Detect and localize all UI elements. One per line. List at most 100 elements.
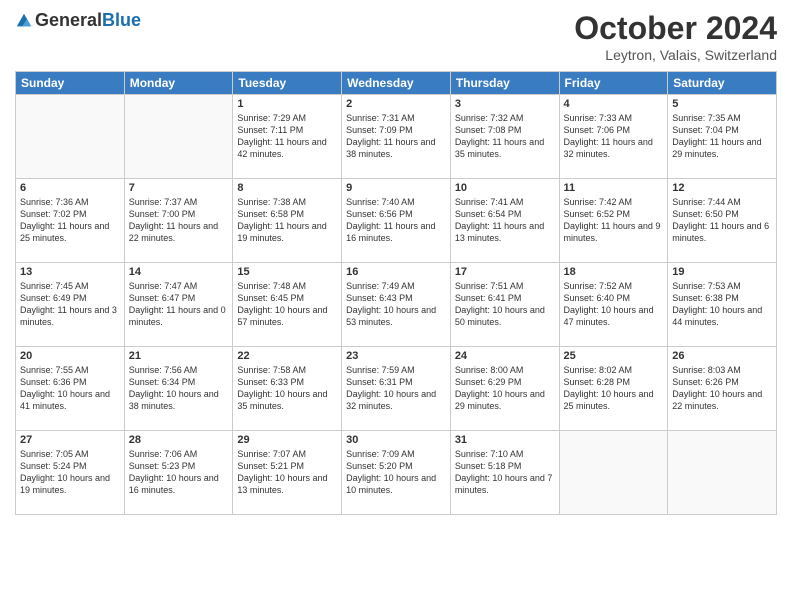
day-info: Sunrise: 7:33 AM Sunset: 7:06 PM Dayligh… xyxy=(564,112,664,161)
day-info: Sunrise: 7:51 AM Sunset: 6:41 PM Dayligh… xyxy=(455,280,555,329)
col-header-saturday: Saturday xyxy=(668,72,777,95)
calendar-table: SundayMondayTuesdayWednesdayThursdayFrid… xyxy=(15,71,777,515)
col-header-wednesday: Wednesday xyxy=(342,72,451,95)
calendar-cell: 15 Sunrise: 7:48 AM Sunset: 6:45 PM Dayli… xyxy=(233,263,342,347)
calendar-cell: 30Sunrise: 7:09 AM Sunset: 5:20 PM Dayli… xyxy=(342,431,451,515)
day-info: Sunrise: 8:03 AM Sunset: 6:26 PM Dayligh… xyxy=(672,364,772,413)
location: Leytron, Valais, Switzerland xyxy=(574,47,777,63)
day-number: 2 xyxy=(346,98,446,110)
day-info: Sunrise: 7:06 AM Sunset: 5:23 PM Dayligh… xyxy=(129,448,229,497)
title-area: October 2024 Leytron, Valais, Switzerlan… xyxy=(574,10,777,63)
calendar-cell: 4Sunrise: 7:33 AM Sunset: 7:06 PM Daylig… xyxy=(559,95,668,179)
calendar-header-row: SundayMondayTuesdayWednesdayThursdayFrid… xyxy=(16,72,777,95)
calendar-cell: 19 Sunrise: 7:53 AM Sunset: 6:38 PM Dayli… xyxy=(668,263,777,347)
day-number: 1 xyxy=(237,98,337,110)
day-info: Sunrise: 8:00 AM Sunset: 6:29 PM Dayligh… xyxy=(455,364,555,413)
day-info: Sunrise: 7:40 AM Sunset: 6:56 PM Dayligh… xyxy=(346,196,446,245)
calendar-week-4: 20 Sunrise: 7:55 AM Sunset: 6:36 PM Dayli… xyxy=(16,347,777,431)
logo: GeneralBlue xyxy=(15,10,141,31)
calendar-cell: 14 Sunrise: 7:47 AM Sunset: 6:47 PM Dayli… xyxy=(124,263,233,347)
day-number: 10 xyxy=(455,182,555,194)
calendar-cell: 6Sunrise: 7:36 AM Sunset: 7:02 PM Daylig… xyxy=(16,179,125,263)
day-info: Sunrise: 7:58 AM Sunset: 6:33 PM Dayligh… xyxy=(237,364,337,413)
day-info: Sunrise: 7:59 AM Sunset: 6:31 PM Dayligh… xyxy=(346,364,446,413)
calendar-cell: 31Sunrise: 7:10 AM Sunset: 5:18 PM Dayli… xyxy=(450,431,559,515)
day-info: Sunrise: 8:02 AM Sunset: 6:28 PM Dayligh… xyxy=(564,364,664,413)
day-info: Sunrise: 7:36 AM Sunset: 7:02 PM Dayligh… xyxy=(20,196,120,245)
day-number: 15 xyxy=(237,266,337,278)
calendar-week-2: 6Sunrise: 7:36 AM Sunset: 7:02 PM Daylig… xyxy=(16,179,777,263)
calendar-cell: 24Sunrise: 8:00 AM Sunset: 6:29 PM Dayli… xyxy=(450,347,559,431)
day-info: Sunrise: 7:48 AM Sunset: 6:45 PM Dayligh… xyxy=(237,280,337,329)
day-number: 17 xyxy=(455,266,555,278)
day-number: 18 xyxy=(564,266,664,278)
calendar-cell: 26 Sunrise: 8:03 AM Sunset: 6:26 PM Dayli… xyxy=(668,347,777,431)
day-number: 23 xyxy=(346,350,446,362)
day-info: Sunrise: 7:31 AM Sunset: 7:09 PM Dayligh… xyxy=(346,112,446,161)
day-info: Sunrise: 7:53 AM Sunset: 6:38 PM Dayligh… xyxy=(672,280,772,329)
day-number: 14 xyxy=(129,266,229,278)
day-number: 7 xyxy=(129,182,229,194)
day-info: Sunrise: 7:32 AM Sunset: 7:08 PM Dayligh… xyxy=(455,112,555,161)
day-number: 29 xyxy=(237,434,337,446)
month-title: October 2024 xyxy=(574,10,777,47)
day-info: Sunrise: 7:05 AM Sunset: 5:24 PM Dayligh… xyxy=(20,448,120,497)
calendar-cell: 29 Sunrise: 7:07 AM Sunset: 5:21 PM Dayli… xyxy=(233,431,342,515)
calendar-cell xyxy=(668,431,777,515)
day-number: 16 xyxy=(346,266,446,278)
calendar-cell: 12 Sunrise: 7:44 AM Sunset: 6:50 PM Dayli… xyxy=(668,179,777,263)
col-header-friday: Friday xyxy=(559,72,668,95)
calendar-cell xyxy=(559,431,668,515)
day-info: Sunrise: 7:45 AM Sunset: 6:49 PM Dayligh… xyxy=(20,280,120,329)
calendar-week-1: 1 Sunrise: 7:29 AM Sunset: 7:11 PM Daylig… xyxy=(16,95,777,179)
day-number: 21 xyxy=(129,350,229,362)
calendar-cell: 20 Sunrise: 7:55 AM Sunset: 6:36 PM Dayli… xyxy=(16,347,125,431)
calendar-cell: 1 Sunrise: 7:29 AM Sunset: 7:11 PM Daylig… xyxy=(233,95,342,179)
header: GeneralBlue October 2024 Leytron, Valais… xyxy=(15,10,777,63)
calendar-cell: 28 Sunrise: 7:06 AM Sunset: 5:23 PM Dayli… xyxy=(124,431,233,515)
day-info: Sunrise: 7:10 AM Sunset: 5:18 PM Dayligh… xyxy=(455,448,555,497)
day-number: 25 xyxy=(564,350,664,362)
calendar-cell: 13Sunrise: 7:45 AM Sunset: 6:49 PM Dayli… xyxy=(16,263,125,347)
day-info: Sunrise: 7:35 AM Sunset: 7:04 PM Dayligh… xyxy=(672,112,772,161)
day-info: Sunrise: 7:49 AM Sunset: 6:43 PM Dayligh… xyxy=(346,280,446,329)
calendar-cell xyxy=(16,95,125,179)
calendar-cell xyxy=(124,95,233,179)
day-number: 12 xyxy=(672,182,772,194)
calendar-cell: 11Sunrise: 7:42 AM Sunset: 6:52 PM Dayli… xyxy=(559,179,668,263)
day-info: Sunrise: 7:44 AM Sunset: 6:50 PM Dayligh… xyxy=(672,196,772,245)
day-number: 19 xyxy=(672,266,772,278)
calendar-cell: 22Sunrise: 7:58 AM Sunset: 6:33 PM Dayli… xyxy=(233,347,342,431)
day-info: Sunrise: 7:37 AM Sunset: 7:00 PM Dayligh… xyxy=(129,196,229,245)
day-info: Sunrise: 7:52 AM Sunset: 6:40 PM Dayligh… xyxy=(564,280,664,329)
calendar-cell: 23 Sunrise: 7:59 AM Sunset: 6:31 PM Dayli… xyxy=(342,347,451,431)
day-info: Sunrise: 7:56 AM Sunset: 6:34 PM Dayligh… xyxy=(129,364,229,413)
day-info: Sunrise: 7:29 AM Sunset: 7:11 PM Dayligh… xyxy=(237,112,337,161)
day-info: Sunrise: 7:38 AM Sunset: 6:58 PM Dayligh… xyxy=(237,196,337,245)
calendar-cell: 9Sunrise: 7:40 AM Sunset: 6:56 PM Daylig… xyxy=(342,179,451,263)
calendar-cell: 10 Sunrise: 7:41 AM Sunset: 6:54 PM Dayli… xyxy=(450,179,559,263)
col-header-thursday: Thursday xyxy=(450,72,559,95)
day-number: 3 xyxy=(455,98,555,110)
calendar-cell: 17 Sunrise: 7:51 AM Sunset: 6:41 PM Dayli… xyxy=(450,263,559,347)
calendar-cell: 27 Sunrise: 7:05 AM Sunset: 5:24 PM Dayli… xyxy=(16,431,125,515)
calendar-cell: 2 Sunrise: 7:31 AM Sunset: 7:09 PM Daylig… xyxy=(342,95,451,179)
day-number: 27 xyxy=(20,434,120,446)
calendar-cell: 21 Sunrise: 7:56 AM Sunset: 6:34 PM Dayli… xyxy=(124,347,233,431)
day-info: Sunrise: 7:41 AM Sunset: 6:54 PM Dayligh… xyxy=(455,196,555,245)
calendar-cell: 3 Sunrise: 7:32 AM Sunset: 7:08 PM Daylig… xyxy=(450,95,559,179)
day-info: Sunrise: 7:42 AM Sunset: 6:52 PM Dayligh… xyxy=(564,196,664,245)
day-number: 26 xyxy=(672,350,772,362)
calendar-cell: 18 Sunrise: 7:52 AM Sunset: 6:40 PM Dayli… xyxy=(559,263,668,347)
col-header-monday: Monday xyxy=(124,72,233,95)
day-number: 20 xyxy=(20,350,120,362)
col-header-sunday: Sunday xyxy=(16,72,125,95)
day-number: 28 xyxy=(129,434,229,446)
day-info: Sunrise: 7:55 AM Sunset: 6:36 PM Dayligh… xyxy=(20,364,120,413)
day-info: Sunrise: 7:07 AM Sunset: 5:21 PM Dayligh… xyxy=(237,448,337,497)
calendar-cell: 5Sunrise: 7:35 AM Sunset: 7:04 PM Daylig… xyxy=(668,95,777,179)
day-info: Sunrise: 7:47 AM Sunset: 6:47 PM Dayligh… xyxy=(129,280,229,329)
logo-general: General xyxy=(35,10,102,30)
page: GeneralBlue October 2024 Leytron, Valais… xyxy=(0,0,792,612)
logo-icon xyxy=(15,12,33,30)
